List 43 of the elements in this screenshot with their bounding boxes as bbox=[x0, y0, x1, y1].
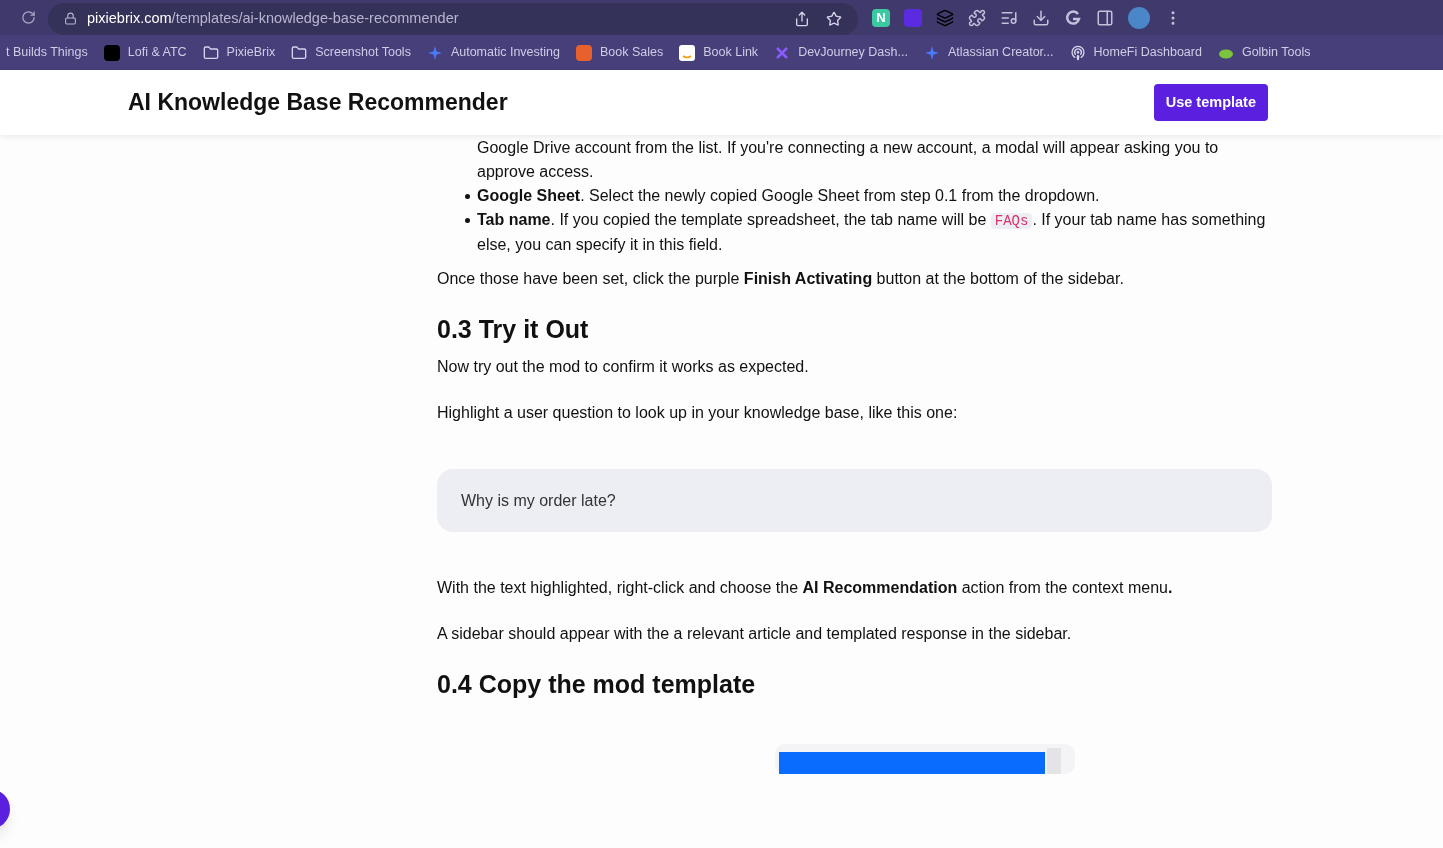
bookmark-link[interactable]: Atlassian Creator... bbox=[923, 43, 1054, 62]
bookmark-link[interactable]: t Builds Things bbox=[6, 43, 88, 62]
section-heading: 0.3 Try it Out bbox=[437, 314, 590, 345]
cross-icon bbox=[774, 44, 791, 61]
app-icon bbox=[103, 44, 120, 61]
paragraph-text: approve access. bbox=[477, 162, 595, 182]
bookmark-link[interactable]: Golbin Tools bbox=[1217, 43, 1311, 62]
bookmark-link[interactable]: DevJourney Dash... bbox=[774, 43, 908, 62]
star-icon[interactable] bbox=[826, 10, 842, 27]
bullet-icon bbox=[465, 218, 470, 223]
reload-icon[interactable] bbox=[21, 10, 36, 25]
paragraph-text: Now try out the mod to confirm it works as expected. bbox=[437, 357, 810, 377]
bookmark-link[interactable]: Book Sales bbox=[576, 43, 664, 62]
paragraph-text: Highlight a user question to look up in your knowledge base, like this one: bbox=[437, 403, 959, 423]
bookmark-link[interactable]: Book Link bbox=[679, 43, 759, 62]
list-item-text: Tab name. If you copied the template spreadsheet, the tab name will be FAQs . If your tab name has something else, you can specify it in this field. bbox=[477, 210, 1267, 255]
paragraph-text: With the text highlighted, right-click and choose the AI Recommendation action from the context menu. bbox=[437, 578, 1174, 598]
share-icon[interactable] bbox=[794, 10, 810, 27]
quote-box: Why is my order late? bbox=[437, 469, 1272, 532]
bookmark-link[interactable]: HomeFi Dashboard bbox=[1069, 43, 1202, 62]
bookmark-link[interactable]: Lofi & ATC bbox=[103, 43, 187, 62]
smile-logo-icon bbox=[679, 44, 696, 61]
bookmark-link[interactable]: PixieBrix bbox=[202, 43, 276, 62]
paragraph-text: A sidebar should appear with the a relevant article and templated response in the sidebar. bbox=[437, 624, 1073, 644]
list-item-text: Google Sheet. Select the newly copied Google Sheet from step 0.1 from the dropdown. bbox=[477, 186, 1101, 206]
download-icon[interactable] bbox=[1032, 8, 1050, 27]
lock-icon bbox=[64, 12, 77, 25]
g-logo-icon[interactable] bbox=[1064, 8, 1082, 27]
side-panel-icon[interactable] bbox=[1096, 8, 1114, 27]
bookmark-link[interactable]: Automatic Investing bbox=[426, 43, 560, 62]
url-field[interactable]: pixiebrix.com/templates/ai-knowledge-base-recommender bbox=[48, 2, 858, 35]
folder-icon bbox=[202, 44, 219, 61]
bullet-icon bbox=[465, 194, 470, 199]
paragraph-text: Google Drive account from the list. If you're connecting a new account, a modal will appear asking you to bbox=[477, 138, 1220, 158]
folder-icon bbox=[291, 44, 308, 61]
podcast-icon bbox=[1069, 44, 1086, 61]
avatar-icon[interactable] bbox=[1128, 6, 1150, 29]
use-template-button[interactable]: Use template bbox=[1153, 84, 1268, 121]
puzzle-icon[interactable] bbox=[968, 8, 986, 27]
paragraph-text: Once those have been set, click the purple Finish Activating button at the bottom of the sidebar. bbox=[437, 269, 1125, 289]
section-heading: 0.4 Copy the mod template bbox=[437, 669, 757, 700]
page-title: AI Knowledge Base Recommender bbox=[128, 88, 508, 118]
bookmark-link[interactable]: Screenshot Tools bbox=[291, 43, 411, 62]
